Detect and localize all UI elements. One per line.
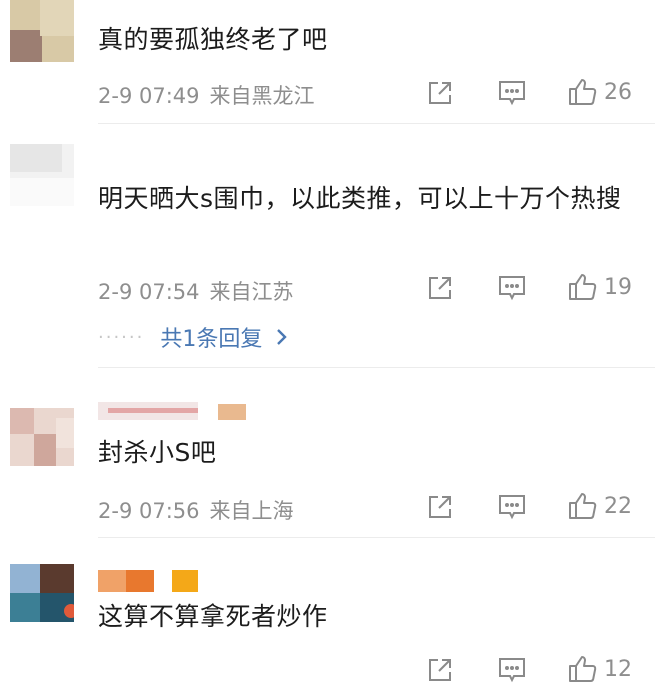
- comment-button[interactable]: [498, 80, 526, 106]
- comment-item: 这算不算拿死者炒作 12: [0, 538, 655, 688]
- comment-button[interactable]: [498, 657, 526, 683]
- share-icon: [429, 659, 451, 681]
- comment-text: 明天晒大s围巾，以此类推，可以上十万个热搜: [98, 184, 622, 213]
- share-icon: [429, 82, 451, 104]
- share-icon: [429, 277, 451, 299]
- comment-text: 这算不算拿死者炒作: [98, 602, 328, 631]
- comment-time: 2-9 07:54: [98, 280, 200, 304]
- avatar[interactable]: [10, 408, 74, 466]
- like-button[interactable]: 12: [568, 655, 632, 683]
- comment-item: 封杀小S吧 2-9 07:56 来自上海 22: [0, 368, 655, 538]
- comment-text: 封杀小S吧: [98, 438, 217, 467]
- comment-time: 2-9 07:56: [98, 499, 200, 523]
- like-count: 19: [604, 274, 632, 300]
- comment-meta: 2-9 07:54 来自江苏: [98, 276, 294, 306]
- comment-item: 真的要孤独终老了吧 2-9 07:49 来自黑龙江 26: [0, 0, 655, 124]
- avatar[interactable]: [10, 0, 74, 62]
- replies-count-label: 共1条回复: [160, 327, 263, 352]
- avatar[interactable]: [10, 564, 74, 622]
- thumbs-up-icon: [569, 656, 597, 682]
- comment-meta: 2-9 07:49 来自黑龙江: [98, 80, 315, 110]
- comment-button[interactable]: [498, 494, 526, 520]
- username: [98, 402, 258, 424]
- share-icon: [429, 496, 451, 518]
- share-button[interactable]: [427, 657, 453, 683]
- share-button[interactable]: [427, 275, 453, 301]
- comment-item: 明天晒大s围巾，以此类推，可以上十万个热搜 2-9 07:54 来自江苏 19 ·…: [0, 124, 655, 368]
- share-button[interactable]: [427, 80, 453, 106]
- comment-meta: 2-9 07:56 来自上海: [98, 495, 294, 525]
- like-count: 26: [604, 79, 632, 105]
- like-button[interactable]: 26: [568, 78, 632, 106]
- comment-icon: [499, 495, 525, 520]
- like-count: 22: [604, 493, 632, 519]
- comment-icon: [499, 81, 525, 106]
- thumbs-up-icon: [569, 493, 597, 519]
- comment-button[interactable]: [498, 275, 526, 301]
- avatar[interactable]: [10, 144, 74, 206]
- comment-icon: [499, 658, 525, 683]
- username: [98, 568, 248, 594]
- comment-location: 来自上海: [209, 499, 294, 523]
- thumbs-up-icon: [569, 274, 597, 300]
- view-replies-link[interactable]: ······ 共1条回复: [98, 321, 288, 353]
- thumbs-up-icon: [569, 79, 597, 105]
- share-button[interactable]: [427, 494, 453, 520]
- comment-location: 来自江苏: [209, 280, 294, 304]
- like-button[interactable]: 22: [568, 492, 632, 520]
- comment-icon: [499, 276, 525, 301]
- comment-location: 来自黑龙江: [209, 84, 315, 108]
- chevron-right-icon: [277, 329, 288, 345]
- like-count: 12: [604, 656, 632, 682]
- comment-time: 2-9 07:49: [98, 84, 200, 108]
- reply-dots: ······: [98, 326, 145, 348]
- like-button[interactable]: 19: [568, 273, 632, 301]
- comment-text: 真的要孤独终老了吧: [98, 25, 328, 54]
